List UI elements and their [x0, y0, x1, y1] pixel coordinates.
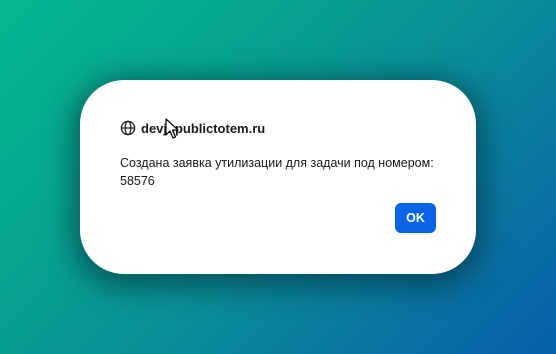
dialog-origin: devjf.publictotem.ru	[120, 120, 265, 136]
alert-dialog: devjf.publictotem.ru Создана заявка утил…	[80, 80, 476, 274]
origin-url: devjf.publictotem.ru	[141, 120, 266, 136]
dialog-message: Создана заявка утилизации для задачи под…	[120, 154, 450, 190]
globe-icon	[120, 120, 136, 136]
ok-button[interactable]: OK	[395, 203, 436, 233]
task-number: 58576	[120, 174, 155, 188]
message-text: Создана заявка утилизации для задачи под…	[120, 156, 434, 170]
